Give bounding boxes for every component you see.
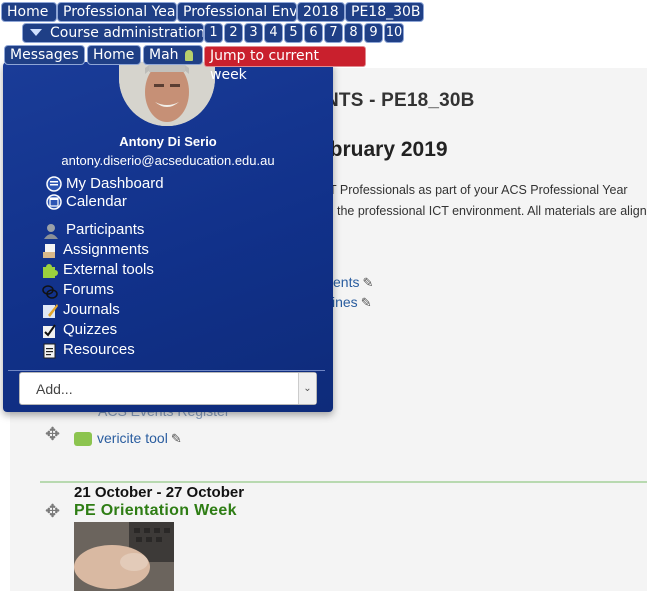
panel-divider (8, 370, 325, 371)
breadcrumb-course[interactable]: PE18_30B (345, 2, 424, 22)
messages-link[interactable]: Messages (4, 45, 85, 65)
week-link-6[interactable]: 6 (304, 23, 323, 43)
breadcrumb-professional-year[interactable]: Professional Year (57, 2, 177, 22)
section-date-heading: ebruary 2019 (318, 138, 448, 161)
menu-item-calendar[interactable]: Calendar (46, 193, 127, 210)
week-link-5[interactable]: 5 (284, 23, 303, 43)
week-date: 21 October - 27 October (74, 484, 245, 501)
add-activity-select[interactable]: Add... ⌄ (19, 372, 317, 405)
course-heading: NTS - PE18_30B (325, 90, 475, 111)
participants-icon (44, 224, 58, 239)
section-summary-line-1: CT Professionals as part of your ACS Pro… (320, 183, 628, 197)
edit-pencil-icon[interactable]: ✎ (171, 431, 182, 447)
activity-link-2[interactable]: ines ✎ (332, 294, 372, 311)
section-divider (40, 481, 647, 483)
chevron-down-icon[interactable]: ⌄ (298, 373, 316, 404)
mahara-link[interactable]: Mah (143, 45, 203, 65)
activity-link-1[interactable]: ents ✎ (333, 274, 373, 291)
mahara-icon (184, 49, 193, 61)
week-image (74, 522, 174, 591)
move-handle-icon[interactable]: ✥ (45, 501, 60, 522)
section-summary-line-2: the professional ICT environment. All ma… (337, 204, 647, 218)
week-link-3[interactable]: 3 (244, 23, 263, 43)
week-link-8[interactable]: 8 (344, 23, 363, 43)
week-link-1[interactable]: 1 (204, 23, 223, 43)
week-title[interactable]: PE Orientation Week (74, 502, 237, 520)
calendar-icon (46, 194, 62, 210)
course-administration-menu[interactable]: Course administration (22, 23, 204, 43)
jump-to-current-week-button[interactable]: Jump to current week (204, 46, 366, 83)
move-handle-icon[interactable]: ✥ (45, 424, 60, 445)
menu-item-assignments[interactable]: Assignments (42, 241, 149, 258)
menu-item-dashboard[interactable]: My Dashboard (46, 175, 164, 192)
resources-icon (43, 343, 56, 359)
journals-icon (43, 304, 58, 318)
week-link-9[interactable]: 9 (364, 23, 383, 43)
puzzle-icon (43, 264, 58, 278)
breadcrumb-2018[interactable]: 2018 (297, 2, 345, 22)
forums-icon (42, 285, 58, 299)
edit-pencil-icon[interactable]: ✎ (361, 295, 372, 311)
puzzle-icon (74, 432, 92, 447)
add-activity-value: Add... (36, 381, 73, 397)
activity-link-vericite[interactable]: vericite tool ✎ (74, 430, 182, 447)
user-email: antony.diserio@acseducation.edu.au (61, 153, 275, 168)
menu-item-resources[interactable]: Resources (42, 341, 135, 359)
quizzes-icon (43, 324, 56, 338)
home-link[interactable]: Home (87, 45, 141, 65)
menu-item-quizzes[interactable]: Quizzes (42, 321, 117, 338)
chevron-down-icon (30, 28, 42, 36)
menu-item-external-tools[interactable]: External tools (42, 261, 154, 278)
menu-item-forums[interactable]: Forums (42, 281, 114, 299)
week-link-7[interactable]: 7 (324, 23, 343, 43)
menu-item-participants[interactable]: Participants (43, 221, 144, 239)
dashboard-icon (46, 176, 62, 192)
menu-item-journals[interactable]: Journals (42, 301, 120, 318)
week-link-10[interactable]: 10 (384, 23, 404, 43)
week-link-2[interactable]: 2 (224, 23, 243, 43)
breadcrumb-professional-environment[interactable]: Professional Environment (177, 2, 297, 22)
breadcrumb-home[interactable]: Home (1, 2, 57, 22)
user-name: Antony Di Serio (119, 134, 217, 149)
week-link-4[interactable]: 4 (264, 23, 283, 43)
assignments-icon (43, 244, 55, 258)
edit-pencil-icon[interactable]: ✎ (362, 275, 373, 291)
